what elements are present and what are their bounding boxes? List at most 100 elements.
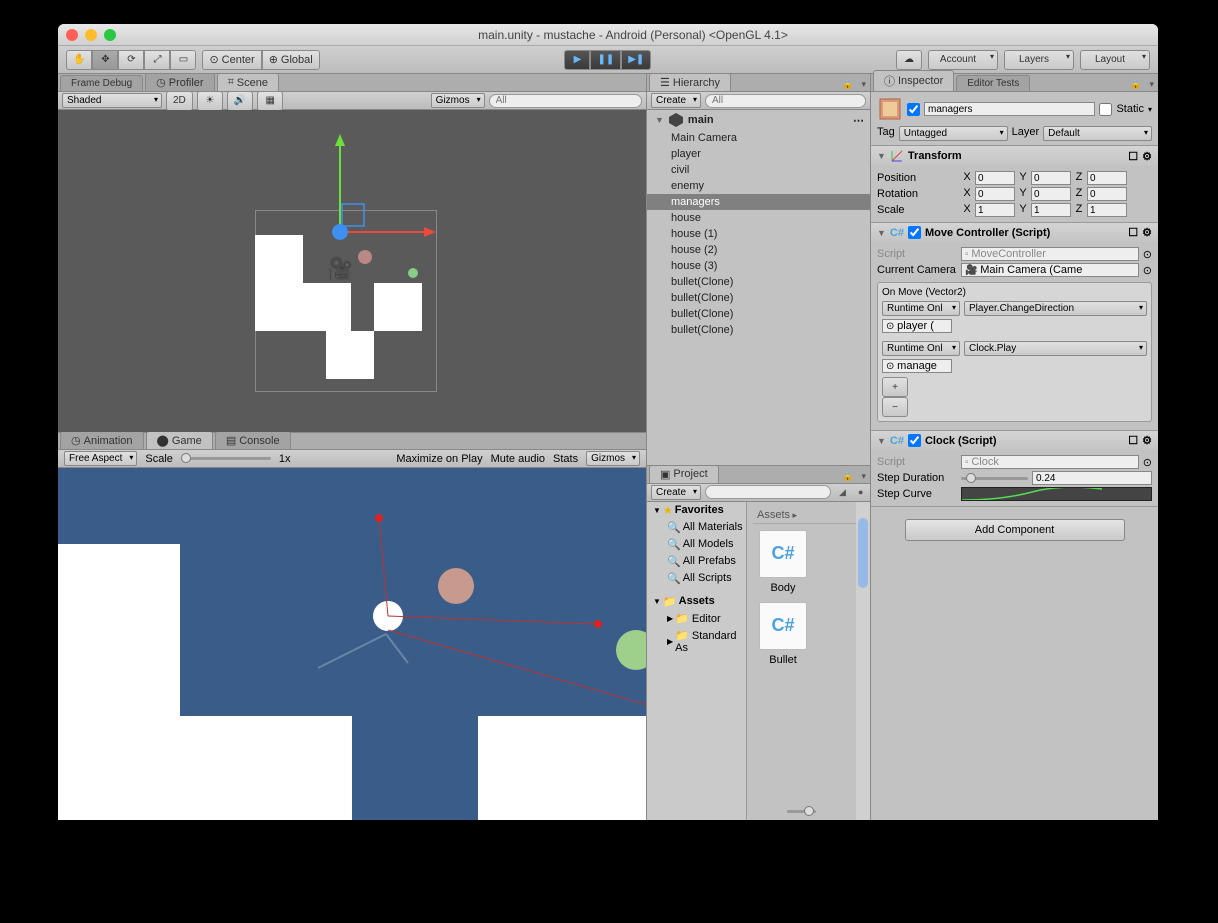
context-menu-icon[interactable]: ▾ bbox=[857, 470, 870, 483]
project-tree[interactable]: ▼★Favorites 🔍All Materials🔍All Models 🔍Al… bbox=[647, 502, 747, 821]
stats-toggle[interactable]: Stats bbox=[553, 453, 578, 465]
lock-icon[interactable]: 🔒 bbox=[1126, 78, 1145, 91]
tab-project[interactable]: ▣Project bbox=[649, 465, 719, 483]
pause-button[interactable]: ❚❚ bbox=[590, 50, 621, 70]
hierarchy-item[interactable]: bullet(Clone) bbox=[647, 290, 870, 306]
layer-dropdown[interactable]: Default bbox=[1043, 126, 1152, 141]
event-remove-button[interactable]: − bbox=[882, 397, 908, 417]
play-button[interactable]: ▶ bbox=[564, 50, 590, 70]
help-icon[interactable]: ☐ bbox=[1128, 150, 1138, 163]
gameobject-active-checkbox[interactable] bbox=[907, 103, 920, 116]
position-x-field[interactable] bbox=[975, 171, 1015, 185]
aspect-dropdown[interactable]: Free Aspect bbox=[64, 451, 137, 466]
step-duration-slider[interactable] bbox=[961, 477, 1028, 480]
favorites-folder[interactable]: ▼★Favorites bbox=[647, 502, 746, 519]
hand-tool-button[interactable]: ✋ bbox=[66, 50, 92, 70]
hierarchy-item[interactable]: enemy bbox=[647, 178, 870, 194]
tag-dropdown[interactable]: Untagged bbox=[899, 126, 1008, 141]
hierarchy-item[interactable]: player bbox=[647, 146, 870, 162]
event-target-field[interactable]: ⊙ player ( bbox=[882, 319, 952, 333]
fold-icon[interactable]: ▼ bbox=[877, 151, 886, 161]
favorite-search-item[interactable]: 🔍All Materials bbox=[647, 519, 746, 536]
tab-scene[interactable]: ⌗Scene bbox=[217, 73, 279, 91]
layers-dropdown[interactable]: Layers bbox=[1004, 50, 1074, 70]
scale-x-field[interactable] bbox=[975, 203, 1015, 217]
tab-game[interactable]: ⬤Game bbox=[146, 431, 213, 449]
favorite-search-item[interactable]: 🔍All Models bbox=[647, 536, 746, 553]
rotation-z-field[interactable] bbox=[1087, 187, 1127, 201]
hierarchy-item[interactable]: house (2) bbox=[647, 242, 870, 258]
project-scrollbar[interactable] bbox=[856, 502, 870, 821]
maximize-icon[interactable] bbox=[104, 29, 116, 41]
step-duration-field[interactable] bbox=[1032, 471, 1152, 485]
hierarchy-item[interactable]: managers bbox=[647, 194, 870, 210]
scene-menu-icon[interactable]: ⋯ bbox=[853, 114, 864, 127]
shading-mode-dropdown[interactable]: Shaded bbox=[62, 93, 162, 108]
hierarchy-item[interactable]: bullet(Clone) bbox=[647, 322, 870, 338]
camera-field[interactable]: 🎥 Main Camera (Came bbox=[961, 263, 1139, 277]
tab-editor-tests[interactable]: Editor Tests bbox=[956, 75, 1030, 91]
pivot-button[interactable]: ⊙Center bbox=[202, 50, 261, 70]
close-icon[interactable] bbox=[66, 29, 78, 41]
favorite-search-item[interactable]: 🔍All Scripts bbox=[647, 570, 746, 587]
help-icon[interactable]: ☐ bbox=[1128, 434, 1138, 447]
assets-folder[interactable]: ▼📁Assets bbox=[647, 593, 746, 610]
lock-icon[interactable]: 🔒 bbox=[838, 78, 857, 91]
asset-item[interactable]: C#Body bbox=[753, 530, 813, 594]
event-method-dropdown[interactable]: Clock.Play bbox=[964, 341, 1147, 356]
minimize-icon[interactable] bbox=[85, 29, 97, 41]
project-grid[interactable]: Assets ▸ C#BodyC#Bullet bbox=[747, 502, 870, 821]
add-component-button[interactable]: Add Component bbox=[905, 519, 1125, 541]
position-z-field[interactable] bbox=[1087, 171, 1127, 185]
gear-icon[interactable]: ⚙ bbox=[1142, 150, 1152, 163]
step-curve-field[interactable] bbox=[961, 487, 1152, 501]
hierarchy-item[interactable]: house bbox=[647, 210, 870, 226]
rotation-x-field[interactable] bbox=[975, 187, 1015, 201]
hierarchy-item[interactable]: Main Camera bbox=[647, 130, 870, 146]
search-filter-icon[interactable]: ◢ bbox=[835, 486, 850, 499]
project-create-dropdown[interactable]: Create bbox=[651, 485, 701, 500]
position-y-field[interactable] bbox=[1031, 171, 1071, 185]
scene-search[interactable] bbox=[489, 94, 642, 108]
mute-toggle[interactable]: Mute audio bbox=[491, 453, 545, 465]
event-method-dropdown[interactable]: Player.ChangeDirection bbox=[964, 301, 1147, 316]
fold-icon[interactable]: ▼ bbox=[877, 228, 886, 238]
script-field[interactable]: ▫ Clock bbox=[961, 455, 1139, 469]
project-icon-size-slider[interactable] bbox=[787, 810, 816, 813]
layout-dropdown[interactable]: Layout bbox=[1080, 50, 1150, 70]
scale-tool-button[interactable]: ⤢ bbox=[144, 50, 170, 70]
static-checkbox[interactable] bbox=[1099, 103, 1112, 116]
event-mode-dropdown[interactable]: Runtime Onl bbox=[882, 301, 960, 316]
move-tool-button[interactable]: ✥ bbox=[92, 50, 118, 70]
help-icon[interactable]: ☐ bbox=[1128, 226, 1138, 239]
component-enabled-checkbox[interactable] bbox=[908, 434, 921, 447]
move-gizmo-icon[interactable] bbox=[310, 132, 440, 262]
scene-view[interactable]: 🎥 bbox=[58, 110, 646, 432]
scale-z-field[interactable] bbox=[1087, 203, 1127, 217]
event-target-field[interactable]: ⊙ manage bbox=[882, 359, 952, 373]
game-gizmos-dropdown[interactable]: Gizmos bbox=[586, 451, 640, 466]
component-enabled-checkbox[interactable] bbox=[908, 226, 921, 239]
context-menu-icon[interactable]: ▾ bbox=[857, 78, 870, 91]
hierarchy-item[interactable]: bullet(Clone) bbox=[647, 274, 870, 290]
hierarchy-item[interactable]: house (3) bbox=[647, 258, 870, 274]
lighting-toggle[interactable]: ☀ bbox=[197, 91, 223, 111]
rect-tool-button[interactable]: ▭ bbox=[170, 50, 196, 70]
asset-folder-item[interactable]: ▶📁 Standard As bbox=[647, 627, 746, 656]
tab-frame-debug[interactable]: Frame Debug bbox=[60, 75, 143, 91]
maximize-toggle[interactable]: Maximize on Play bbox=[396, 453, 482, 465]
event-add-button[interactable]: + bbox=[882, 377, 908, 397]
hierarchy-item[interactable]: bullet(Clone) bbox=[647, 306, 870, 322]
fx-toggle[interactable]: ▦ bbox=[257, 91, 283, 111]
asset-folder-item[interactable]: ▶📁 Editor bbox=[647, 610, 746, 627]
2d-toggle[interactable]: 2D bbox=[166, 91, 193, 111]
game-scale-slider[interactable] bbox=[181, 457, 271, 460]
hierarchy-item[interactable]: civil bbox=[647, 162, 870, 178]
game-view[interactable] bbox=[58, 468, 646, 820]
step-button[interactable]: ▶❚ bbox=[621, 50, 651, 70]
gameobject-name-field[interactable] bbox=[924, 102, 1095, 116]
cloud-button[interactable]: ☁ bbox=[896, 50, 922, 70]
tab-hierarchy[interactable]: ☰Hierarchy bbox=[649, 73, 731, 91]
event-mode-dropdown[interactable]: Runtime Onl bbox=[882, 341, 960, 356]
context-menu-icon[interactable]: ▾ bbox=[1145, 78, 1158, 91]
